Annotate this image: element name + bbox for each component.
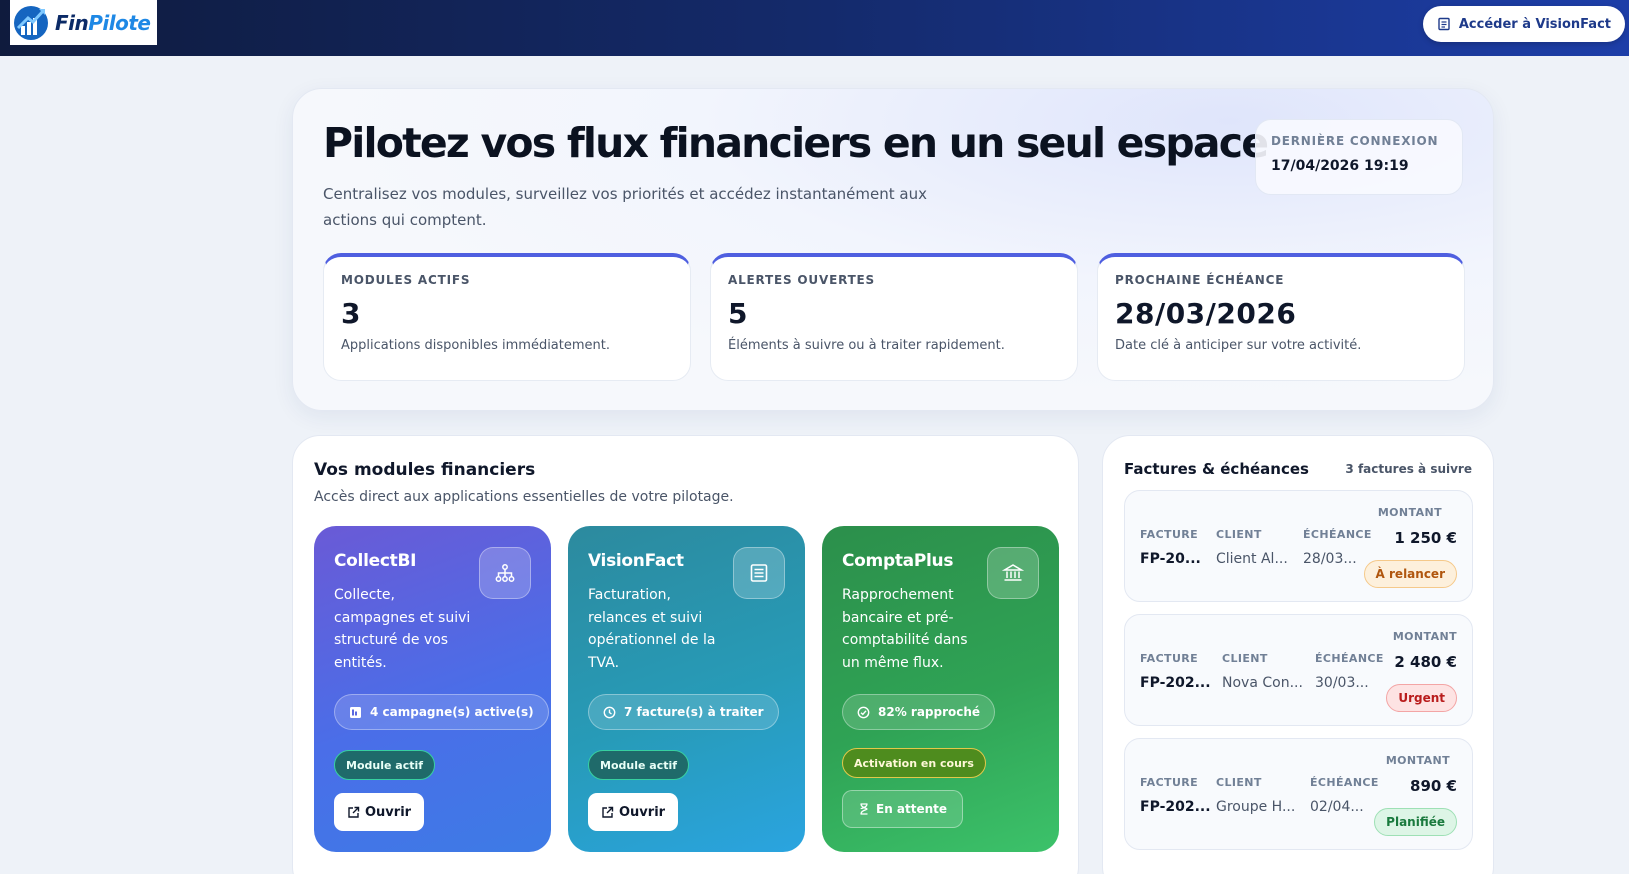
stat-value: 5 <box>728 297 748 330</box>
check-circle-icon <box>857 706 870 718</box>
module-name: ComptaPlus <box>842 551 954 571</box>
stat-card-modules: MODULES ACTIFS 3 Applications disponible… <box>323 253 691 381</box>
invoice-client: Nova Con... <box>1222 675 1303 691</box>
module-stat-pill: 82% rapproché <box>842 694 996 730</box>
module-description: Rapprochement bancaire et pré-comptabili… <box>842 587 968 671</box>
invoice-due: 02/04... <box>1310 799 1364 815</box>
module-card-comptaplus: ComptaPlus Rapprochement bancaire et pré… <box>822 526 1059 852</box>
hourglass-icon <box>860 803 868 815</box>
invoices-panel: Factures & échéances 3 factures à suivre… <box>1102 435 1494 874</box>
invoice-row[interactable]: FACTURE CLIENT ÉCHÉANCE FP-202... Nova C… <box>1124 614 1473 726</box>
hero-title: Pilotez vos flux financiers en un seul e… <box>323 119 1269 167</box>
invoice-ref: FP-202... <box>1140 675 1211 691</box>
invoice-amount: 2 480 € <box>1394 653 1457 671</box>
stat-label: MODULES ACTIFS <box>341 273 471 287</box>
module-card-collectbi: CollectBI Collecte, campagnes et suivi s… <box>314 526 551 852</box>
stat-card-deadline: PROCHAINE ÉCHÉANCE 28/03/2026 Date clé à… <box>1097 253 1465 381</box>
invoice-amount: 1 250 € <box>1394 529 1457 547</box>
last-login-label: DERNIÈRE CONNEXION <box>1271 134 1439 148</box>
document-icon <box>1438 17 1450 31</box>
stat-value: 28/03/2026 <box>1115 297 1297 330</box>
app-logo[interactable]: FinPilote <box>10 0 157 45</box>
invoice-client: Groupe H... <box>1216 799 1296 815</box>
modules-title: Vos modules financiers <box>314 460 536 480</box>
invoices-title: Factures & échéances <box>1124 460 1309 478</box>
module-description: Collecte, campagnes et suivi structuré d… <box>334 587 471 671</box>
hero-subtitle: Centralisez vos modules, surveillez vos … <box>323 185 927 229</box>
open-visionfact-button[interactable]: Ouvrir <box>588 793 679 831</box>
col-label-client: CLIENT <box>1216 528 1262 541</box>
invoice-status-badge: Urgent <box>1386 684 1457 712</box>
modules-panel: Vos modules financiers Accès direct aux … <box>292 435 1079 874</box>
last-login-value: 17/04/2026 19:19 <box>1271 158 1409 174</box>
invoice-client: Client Al... <box>1216 551 1288 567</box>
stat-value: 3 <box>341 297 361 330</box>
pending-comptaplus-button[interactable]: En attente <box>842 790 964 828</box>
module-stat-pill: 4 campagne(s) active(s) <box>334 694 549 730</box>
col-label-due: ÉCHÉANCE <box>1303 528 1372 541</box>
col-label-amount: MONTANT <box>1385 754 1450 767</box>
stat-label: ALERTES OUVERTES <box>728 273 875 287</box>
invoice-status-badge: À relancer <box>1363 560 1457 588</box>
hero-panel: Pilotez vos flux financiers en un seul e… <box>292 88 1494 411</box>
bank-icon <box>987 547 1039 599</box>
module-description: Facturation, relances et suivi opération… <box>588 587 716 671</box>
invoice-ref: FP-202... <box>1140 799 1211 815</box>
module-name: VisionFact <box>588 551 684 571</box>
invoice-amount: 890 € <box>1410 777 1457 795</box>
stat-card-alerts: ALERTES OUVERTES 5 Éléments à suivre ou … <box>710 253 1078 381</box>
col-label-due: ÉCHÉANCE <box>1315 652 1384 665</box>
invoice-row[interactable]: FACTURE CLIENT ÉCHÉANCE FP-20... Client … <box>1124 490 1473 602</box>
module-name: CollectBI <box>334 551 417 571</box>
stat-description: Éléments à suivre ou à traiter rapidemen… <box>728 338 1005 353</box>
modules-subtitle: Accès direct aux applications essentiell… <box>314 489 734 505</box>
stat-description: Date clé à anticiper sur votre activité. <box>1115 338 1362 353</box>
sitemap-icon <box>479 547 531 599</box>
invoice-due: 28/03... <box>1303 551 1357 567</box>
module-status-badge: Activation en cours <box>842 748 986 778</box>
col-label-amount: MONTANT <box>1392 630 1457 643</box>
visionfact-access-label: Accéder à VisionFact <box>1458 16 1611 32</box>
invoice-status-badge: Planifiée <box>1374 808 1457 836</box>
col-label-ref: FACTURE <box>1140 652 1199 665</box>
stat-label: PROCHAINE ÉCHÉANCE <box>1115 273 1285 287</box>
invoice-row[interactable]: FACTURE CLIENT ÉCHÉANCE FP-202... Groupe… <box>1124 738 1473 850</box>
col-label-amount: MONTANT <box>1377 506 1442 519</box>
invoice-icon <box>733 547 785 599</box>
last-login-card: DERNIÈRE CONNEXION 17/04/2026 19:19 <box>1255 119 1463 195</box>
visionfact-access-button[interactable]: Accéder à VisionFact <box>1422 6 1625 42</box>
external-link-icon <box>602 806 614 818</box>
module-status-badge: Module actif <box>334 750 436 780</box>
open-collectbi-button[interactable]: Ouvrir <box>334 793 425 831</box>
invoices-count: 3 factures à suivre <box>1345 462 1472 476</box>
col-label-ref: FACTURE <box>1140 776 1199 789</box>
invoice-due: 30/03... <box>1315 675 1369 691</box>
external-link-icon <box>348 806 360 818</box>
invoice-ref: FP-20... <box>1140 551 1201 567</box>
logo-chart-icon <box>14 5 48 40</box>
module-status-badge: Module actif <box>588 750 690 780</box>
logo-text: FinPilote <box>55 10 151 35</box>
module-card-visionfact: VisionFact Facturation, relances et suiv… <box>568 526 805 852</box>
col-label-client: CLIENT <box>1222 652 1268 665</box>
module-stat-pill: 7 facture(s) à traiter <box>588 694 779 730</box>
top-bar: FinPilote Accéder à VisionFact <box>0 0 1629 56</box>
stat-description: Applications disponibles immédiatement. <box>341 338 610 353</box>
col-label-due: ÉCHÉANCE <box>1310 776 1379 789</box>
clock-icon <box>603 706 616 718</box>
campaign-icon <box>350 706 361 718</box>
col-label-client: CLIENT <box>1216 776 1262 789</box>
col-label-ref: FACTURE <box>1140 528 1199 541</box>
